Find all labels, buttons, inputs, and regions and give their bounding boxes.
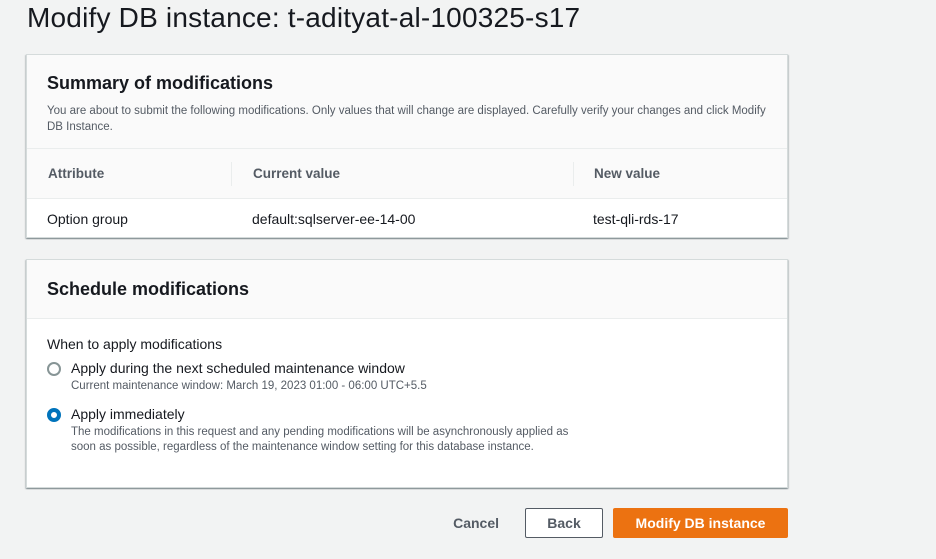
column-header-new-value: New value	[594, 166, 661, 181]
radio-label[interactable]: Apply immediately	[71, 406, 767, 423]
radio-description: The modifications in this request and an…	[71, 425, 569, 454]
page-title: Modify DB instance: t-adityat-al-100325-…	[27, 2, 581, 33]
form-actions: Cancel Back Modify DB instance	[438, 508, 788, 538]
back-button[interactable]: Back	[525, 508, 603, 538]
radio-description: Current maintenance window: March 19, 20…	[71, 380, 427, 392]
cancel-button[interactable]: Cancel	[438, 508, 514, 538]
cell-current-value: default:sqlserver-ee-14-00	[252, 211, 416, 227]
summary-header: Summary of modifications You are about t…	[27, 55, 787, 149]
radio-option-apply-immediately[interactable]: Apply immediately The modifications in t…	[47, 406, 767, 456]
schedule-heading: Schedule modifications	[47, 279, 250, 299]
column-header-current-value: Current value	[253, 166, 341, 181]
table-header: Attribute Current value New value	[27, 149, 787, 199]
schedule-body: When to apply modifications Apply during…	[27, 319, 787, 456]
apply-timing-label: When to apply modifications	[47, 336, 223, 352]
cell-new-value: test-qli-rds-17	[593, 211, 679, 227]
schedule-header: Schedule modifications	[27, 260, 787, 319]
radio-button-checked[interactable]	[47, 407, 61, 422]
radio-button-unchecked[interactable]	[47, 362, 61, 376]
table-row: Option group default:sqlserver-ee-14-00 …	[27, 199, 787, 239]
radio-label[interactable]: Apply during the next scheduled maintena…	[71, 360, 767, 377]
column-divider	[573, 162, 574, 186]
modify-db-instance-button[interactable]: Modify DB instance	[613, 508, 788, 538]
cell-attribute: Option group	[47, 211, 128, 227]
summary-description: You are about to submit the following mo…	[47, 105, 766, 133]
radio-option-maintenance-window[interactable]: Apply during the next scheduled maintena…	[47, 360, 767, 395]
summary-panel: Summary of modifications You are about t…	[26, 54, 788, 238]
summary-heading: Summary of modifications	[47, 73, 274, 93]
column-divider	[231, 162, 232, 186]
column-header-attribute: Attribute	[48, 166, 105, 181]
schedule-panel: Schedule modifications When to apply mod…	[26, 259, 788, 488]
